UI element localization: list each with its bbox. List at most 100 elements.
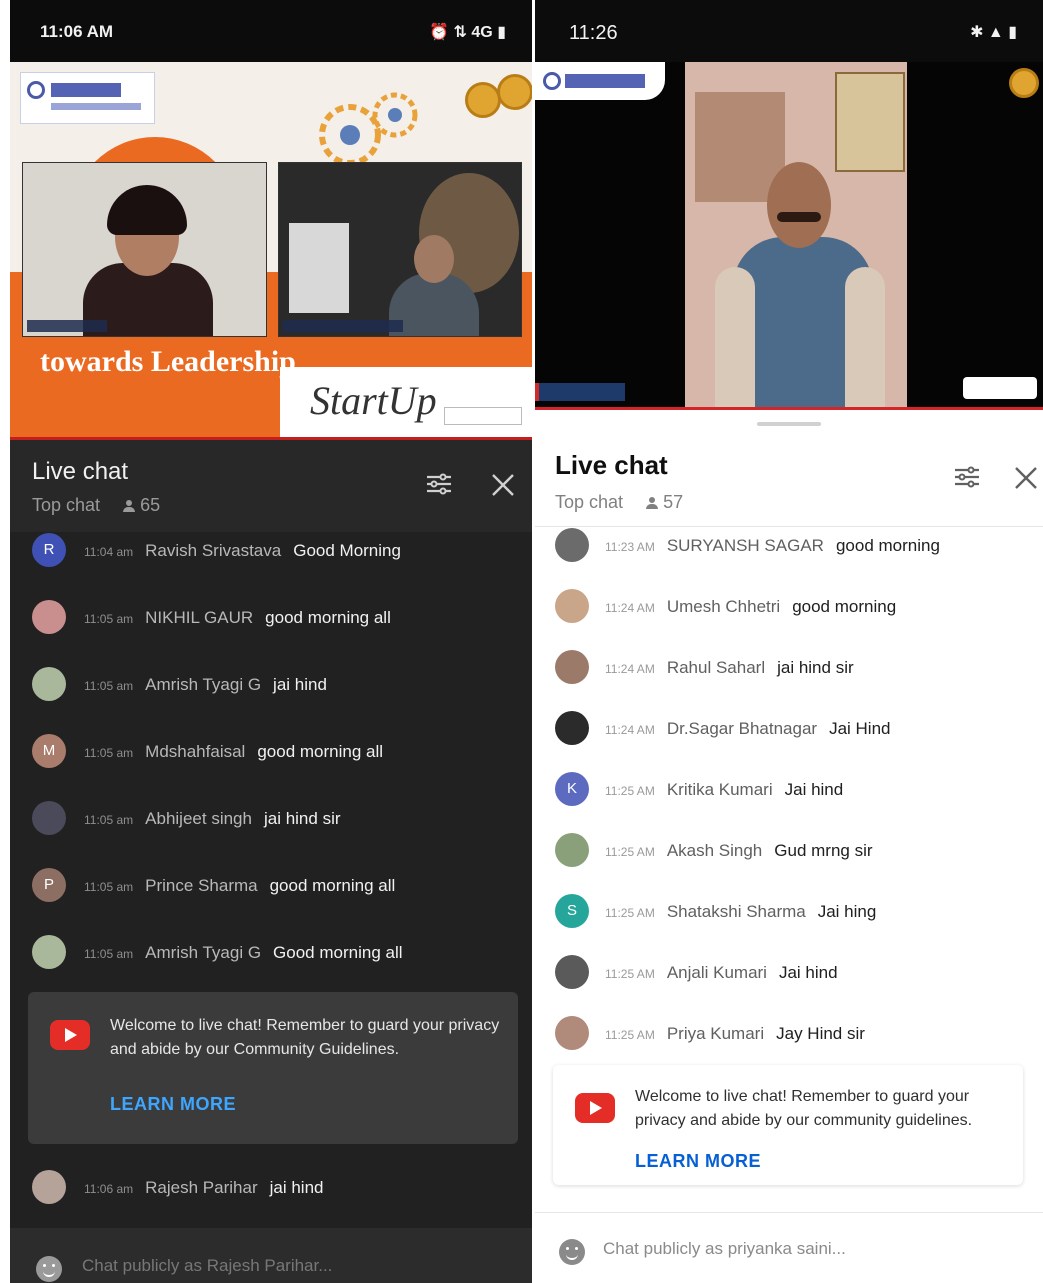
message-text: Jay Hind sir <box>776 1024 865 1043</box>
speaker-video-tile <box>278 162 522 337</box>
avatar <box>555 589 589 623</box>
welcome-text: Welcome to live chat! Remember to guard … <box>635 1088 973 1129</box>
filter-settings-icon[interactable] <box>425 472 453 496</box>
welcome-text: Welcome to live chat! Remember to guard … <box>110 1017 500 1058</box>
live-chat-header: Live chat Top chat 65 <box>10 437 532 532</box>
filter-settings-icon[interactable] <box>953 465 981 489</box>
chat-message: 11:24 AM Umesh Chhetri good morning <box>535 581 1043 631</box>
chat-message: R 11:04 am Ravish Srivastava Good Morning <box>10 525 532 575</box>
live-video-player[interactable]: towards Leadership StartUp <box>10 62 532 437</box>
emoji-icon[interactable] <box>559 1239 585 1265</box>
message-author[interactable]: Rajesh Parihar <box>145 1178 257 1197</box>
message-text: jai hind sir <box>777 658 854 677</box>
message-text: jai hind <box>273 675 327 694</box>
url-tag <box>963 377 1037 399</box>
avatar <box>32 801 66 835</box>
message-author[interactable]: Rahul Saharl <box>667 658 765 677</box>
youtube-logo-icon <box>575 1093 615 1123</box>
speaker-nameplate <box>535 383 625 401</box>
message-time: 11:05 am <box>84 746 134 760</box>
emoji-icon[interactable] <box>36 1256 62 1282</box>
award-medal-icon <box>465 82 501 118</box>
status-time: 11:06 AM <box>40 22 114 41</box>
message-author[interactable]: Priya Kumari <box>667 1024 764 1043</box>
chat-input[interactable] <box>82 1256 502 1276</box>
message-author[interactable]: Ravish Srivastava <box>145 541 281 560</box>
speaker-nameplate <box>283 320 403 332</box>
message-author[interactable]: SURYANSH SAGAR <box>667 536 824 555</box>
message-text: Good Morning <box>293 541 401 560</box>
speaker-video-tile <box>22 162 267 337</box>
system-status-icons: ⏰ ⇅ 4G ▮ <box>429 24 506 41</box>
close-icon[interactable] <box>490 472 516 498</box>
message-time: 11:24 AM <box>605 662 655 676</box>
message-text: Jai hing <box>817 902 877 921</box>
speaker-nameplate <box>27 320 107 332</box>
system-status-icons: ✱ ▲ ▮ <box>970 24 1017 41</box>
avatar <box>32 667 66 701</box>
message-author[interactable]: NIKHIL GAUR <box>145 608 253 627</box>
message-text: good morning all <box>257 742 384 761</box>
live-video-player[interactable] <box>535 62 1043 407</box>
message-time: 11:05 am <box>84 947 134 961</box>
close-icon[interactable] <box>1013 465 1039 491</box>
chat-mode-label: Top chat <box>555 492 624 512</box>
message-time: 11:05 am <box>84 612 134 626</box>
chat-input[interactable] <box>603 1239 1023 1259</box>
award-medal-icon <box>497 74 532 110</box>
viewer-count: 65 <box>123 495 160 515</box>
chat-message: 11:05 am Amrish Tyagi G jai hind <box>10 659 532 709</box>
message-author[interactable]: Amrish Tyagi G <box>145 943 261 962</box>
chat-mode-selector[interactable]: Top chat 65 <box>32 495 160 516</box>
message-time: 11:25 AM <box>605 906 655 920</box>
event-tagline: towards Leadership <box>40 345 296 378</box>
drag-handle[interactable] <box>757 422 821 426</box>
chat-mode-selector[interactable]: Top chat 57 <box>555 492 683 513</box>
chat-message: 11:05 am NIKHIL GAUR good morning all <box>10 592 532 642</box>
welcome-banner: Welcome to live chat! Remember to guard … <box>28 992 518 1144</box>
person-icon <box>646 497 659 509</box>
welcome-banner: Welcome to live chat! Remember to guard … <box>553 1065 1023 1185</box>
avatar <box>555 711 589 745</box>
left-phone-screenshot: 11:06 AM ⏰ ⇅ 4G ▮ towards Leadership Sta… <box>10 0 532 1283</box>
chat-message: 11:06 am Rajesh Parihar jai hind <box>10 1162 532 1212</box>
message-author[interactable]: Amrish Tyagi G <box>145 675 261 694</box>
message-text: good morning all <box>265 608 391 627</box>
chat-message: 11:23 AM SURYANSH SAGAR good morning <box>535 520 1043 570</box>
chat-message: 11:25 AM Akash Singh Gud mrng sir <box>535 825 1043 875</box>
chat-title: Live chat <box>555 450 668 480</box>
chat-mode-label: Top chat <box>32 495 101 515</box>
message-author[interactable]: Abhijeet singh <box>145 809 252 828</box>
message-author[interactable]: Anjali Kumari <box>667 963 767 982</box>
url-tag <box>444 407 522 425</box>
message-author[interactable]: Umesh Chhetri <box>667 597 780 616</box>
message-author[interactable]: Kritika Kumari <box>667 780 773 799</box>
message-time: 11:04 am <box>84 545 134 559</box>
message-text: Jai Hind <box>829 719 891 738</box>
message-time: 11:24 AM <box>605 723 655 737</box>
viewer-count-value: 65 <box>140 495 161 515</box>
youtube-logo-icon <box>50 1020 90 1050</box>
chat-message: 11:24 AM Rahul Saharl jai hind sir <box>535 642 1043 692</box>
message-author[interactable]: Akash Singh <box>667 841 762 860</box>
message-time: 11:25 AM <box>605 784 655 798</box>
chat-message: P 11:05 am Prince Sharma good morning all <box>10 860 532 910</box>
background-poster <box>835 72 905 172</box>
message-author[interactable]: Shatakshi Sharma <box>667 902 806 921</box>
learn-more-link[interactable]: LEARN MORE <box>635 1151 761 1172</box>
message-time: 11:24 AM <box>605 601 655 615</box>
avatar: K <box>555 772 589 806</box>
learn-more-link[interactable]: LEARN MORE <box>110 1094 236 1115</box>
message-author[interactable]: Prince Sharma <box>145 876 257 895</box>
message-time: 11:25 AM <box>605 967 655 981</box>
avatar <box>32 935 66 969</box>
avatar <box>32 1170 66 1204</box>
chat-message: 11:25 AM Anjali Kumari Jai hind <box>535 947 1043 997</box>
avatar <box>555 1016 589 1050</box>
message-author[interactable]: Mdshahfaisal <box>145 742 245 761</box>
award-medal-icon <box>1009 68 1039 98</box>
chat-title: Live chat <box>32 458 129 485</box>
status-bar: 11:26 ✱ ▲ ▮ <box>535 0 1043 62</box>
message-author[interactable]: Dr.Sagar Bhatnagar <box>667 719 817 738</box>
message-time: 11:23 AM <box>605 540 655 554</box>
